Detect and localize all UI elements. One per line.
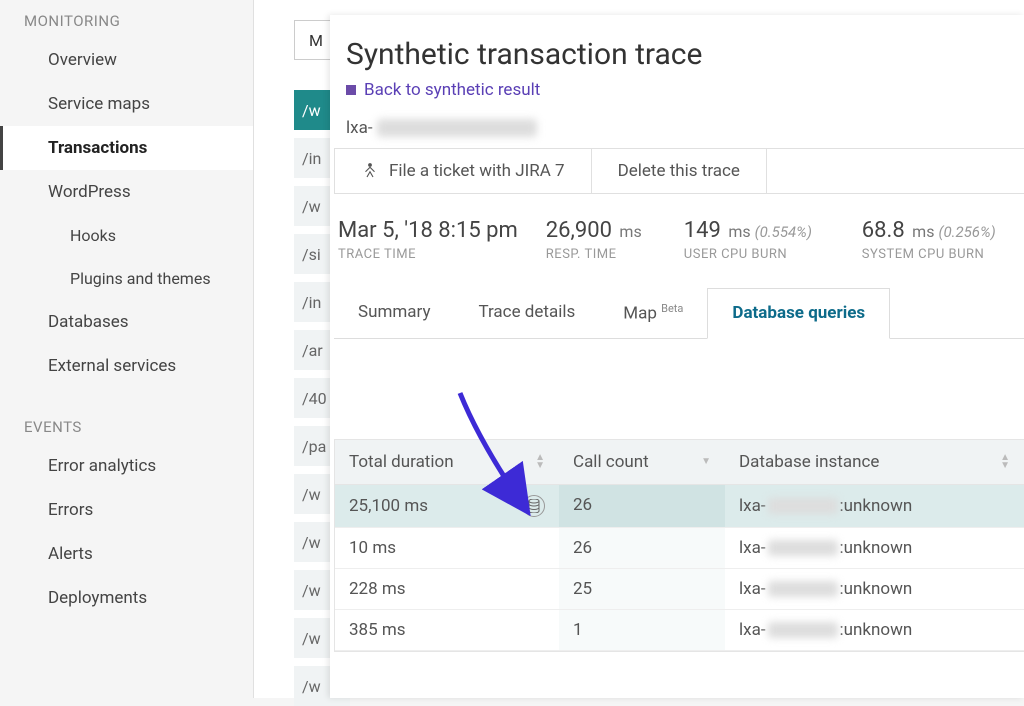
metric-value: 149 (684, 218, 721, 243)
tab-map-label: Map (623, 304, 657, 324)
back-marker-icon (346, 85, 356, 95)
delete-trace-button[interactable]: Delete this trace (592, 149, 767, 193)
metric-resp-time: 26,900 ms RESP. TIME (546, 218, 656, 262)
sidebar-item-wordpress[interactable]: WordPress (0, 170, 253, 214)
table-row[interactable]: 25,100 ms 26 lxa- :unknown (335, 485, 1024, 528)
th-duration[interactable]: Total duration ▲▼ (335, 440, 559, 484)
instance-prefix: lxa- (739, 579, 766, 599)
td-duration: 385 ms (335, 610, 559, 650)
sidebar-item-errors[interactable]: Errors (0, 488, 253, 532)
host-name: lxa- (338, 118, 1016, 148)
sidebar-item-external-services[interactable]: External services (0, 344, 253, 388)
td-duration: 25,100 ms (335, 485, 559, 527)
jira-button[interactable]: File a ticket with JIRA 7 (335, 149, 592, 193)
sort-icon: ▲▼ (535, 454, 545, 470)
sidebar-item-transactions[interactable]: Transactions (0, 126, 253, 170)
instance-suffix: :unknown (840, 579, 913, 599)
th-label: Database instance (739, 452, 879, 472)
th-instance[interactable]: Database instance ▲▼ (725, 440, 1024, 484)
sidebar-item-overview[interactable]: Overview (0, 38, 253, 82)
metric-value: Mar 5, '18 8:15 pm (338, 218, 518, 243)
back-link[interactable]: Back to synthetic result (338, 72, 1016, 118)
metrics-row: Mar 5, '18 8:15 pm TRACE TIME 26,900 ms … (330, 218, 1024, 288)
table-row[interactable]: 228 ms 25 lxa- :unknown (335, 569, 1024, 610)
sidebar-item-error-analytics[interactable]: Error analytics (0, 444, 253, 488)
section-header-monitoring: MONITORING (0, 0, 253, 38)
metric-pct: (0.256%) (938, 223, 995, 241)
table-row[interactable]: 385 ms 1 lxa- :unknown (335, 610, 1024, 651)
delete-label: Delete this trace (618, 161, 740, 181)
metric-pct: (0.554%) (755, 223, 812, 241)
td-count: 25 (559, 569, 725, 609)
beta-badge: Beta (661, 302, 683, 315)
cell-text: 25,100 ms (349, 496, 428, 516)
metric-unit: ms (728, 222, 750, 241)
td-instance: lxa- :unknown (725, 569, 1024, 609)
metric-unit: ms (912, 222, 934, 241)
td-count: 26 (559, 528, 725, 568)
instance-suffix: :unknown (840, 538, 913, 558)
td-instance: lxa- :unknown (725, 610, 1024, 650)
instance-prefix: lxa- (739, 620, 766, 640)
sidebar-item-alerts[interactable]: Alerts (0, 532, 253, 576)
redacted-instance (768, 581, 838, 597)
sort-down-icon: ▼ (701, 458, 711, 466)
trace-panel: Synthetic transaction trace Back to synt… (330, 15, 1024, 698)
action-bar: File a ticket with JIRA 7 Delete this tr… (334, 148, 1024, 194)
sidebar-item-databases[interactable]: Databases (0, 300, 253, 344)
metric-label: SYSTEM CPU BURN (862, 247, 1002, 262)
metric-value: 26,900 (546, 218, 612, 243)
tab-summary[interactable]: Summary (334, 288, 454, 338)
redacted-host (377, 119, 537, 137)
metric-unit: ms (619, 222, 641, 241)
redacted-instance (768, 498, 838, 514)
metric-label: TRACE TIME (338, 247, 518, 262)
back-link-text: Back to synthetic result (364, 80, 540, 100)
sidebar-item-deployments[interactable]: Deployments (0, 576, 253, 620)
metric-label: USER CPU BURN (684, 247, 834, 262)
th-label: Total duration (349, 452, 454, 472)
sidebar-item-plugins-themes[interactable]: Plugins and themes (0, 257, 253, 300)
td-duration: 10 ms (335, 528, 559, 568)
table-header: Total duration ▲▼ Call count ▼ Database in… (335, 440, 1024, 485)
metric-value: 68.8 (862, 218, 905, 243)
sidebar-item-hooks[interactable]: Hooks (0, 214, 253, 257)
tabs: Summary Trace details Map Beta Database … (334, 288, 1024, 339)
host-prefix: lxa- (346, 118, 373, 138)
sidebar-item-service-maps[interactable]: Service maps (0, 82, 253, 126)
td-count: 1 (559, 610, 725, 650)
instance-suffix: :unknown (840, 496, 913, 516)
jira-label: File a ticket with JIRA 7 (389, 161, 565, 181)
td-count: 26 (559, 485, 725, 527)
instance-prefix: lxa- (739, 538, 766, 558)
table-row[interactable]: 10 ms 26 lxa- :unknown (335, 528, 1024, 569)
database-icon[interactable] (523, 495, 545, 517)
td-instance: lxa- :unknown (725, 528, 1024, 568)
tab-trace-details[interactable]: Trace details (454, 288, 599, 338)
metric-user-cpu: 149 ms (0.554%) USER CPU BURN (684, 218, 834, 262)
instance-suffix: :unknown (840, 620, 913, 640)
td-instance: lxa- :unknown (725, 485, 1024, 527)
metric-label: RESP. TIME (546, 247, 656, 262)
td-duration: 228 ms (335, 569, 559, 609)
db-queries-table: Total duration ▲▼ Call count ▼ Database in… (334, 439, 1024, 652)
section-header-events: EVENTS (0, 406, 253, 444)
jira-icon (361, 162, 379, 180)
sort-icon: ▲▼ (1000, 454, 1010, 470)
th-call-count[interactable]: Call count ▼ (559, 440, 725, 484)
instance-prefix: lxa- (739, 496, 766, 516)
tab-database-queries[interactable]: Database queries (707, 288, 890, 339)
redacted-instance (768, 622, 838, 638)
panel-title: Synthetic transaction trace (338, 37, 1016, 72)
redacted-instance (768, 540, 838, 556)
sidebar: MONITORING Overview Service maps Transac… (0, 0, 254, 698)
th-label: Call count (573, 452, 649, 472)
metric-system-cpu: 68.8 ms(0.256%) SYSTEM CPU BURN (862, 218, 1002, 262)
metric-trace-time: Mar 5, '18 8:15 pm TRACE TIME (338, 218, 518, 262)
tab-map[interactable]: Map Beta (599, 288, 707, 338)
